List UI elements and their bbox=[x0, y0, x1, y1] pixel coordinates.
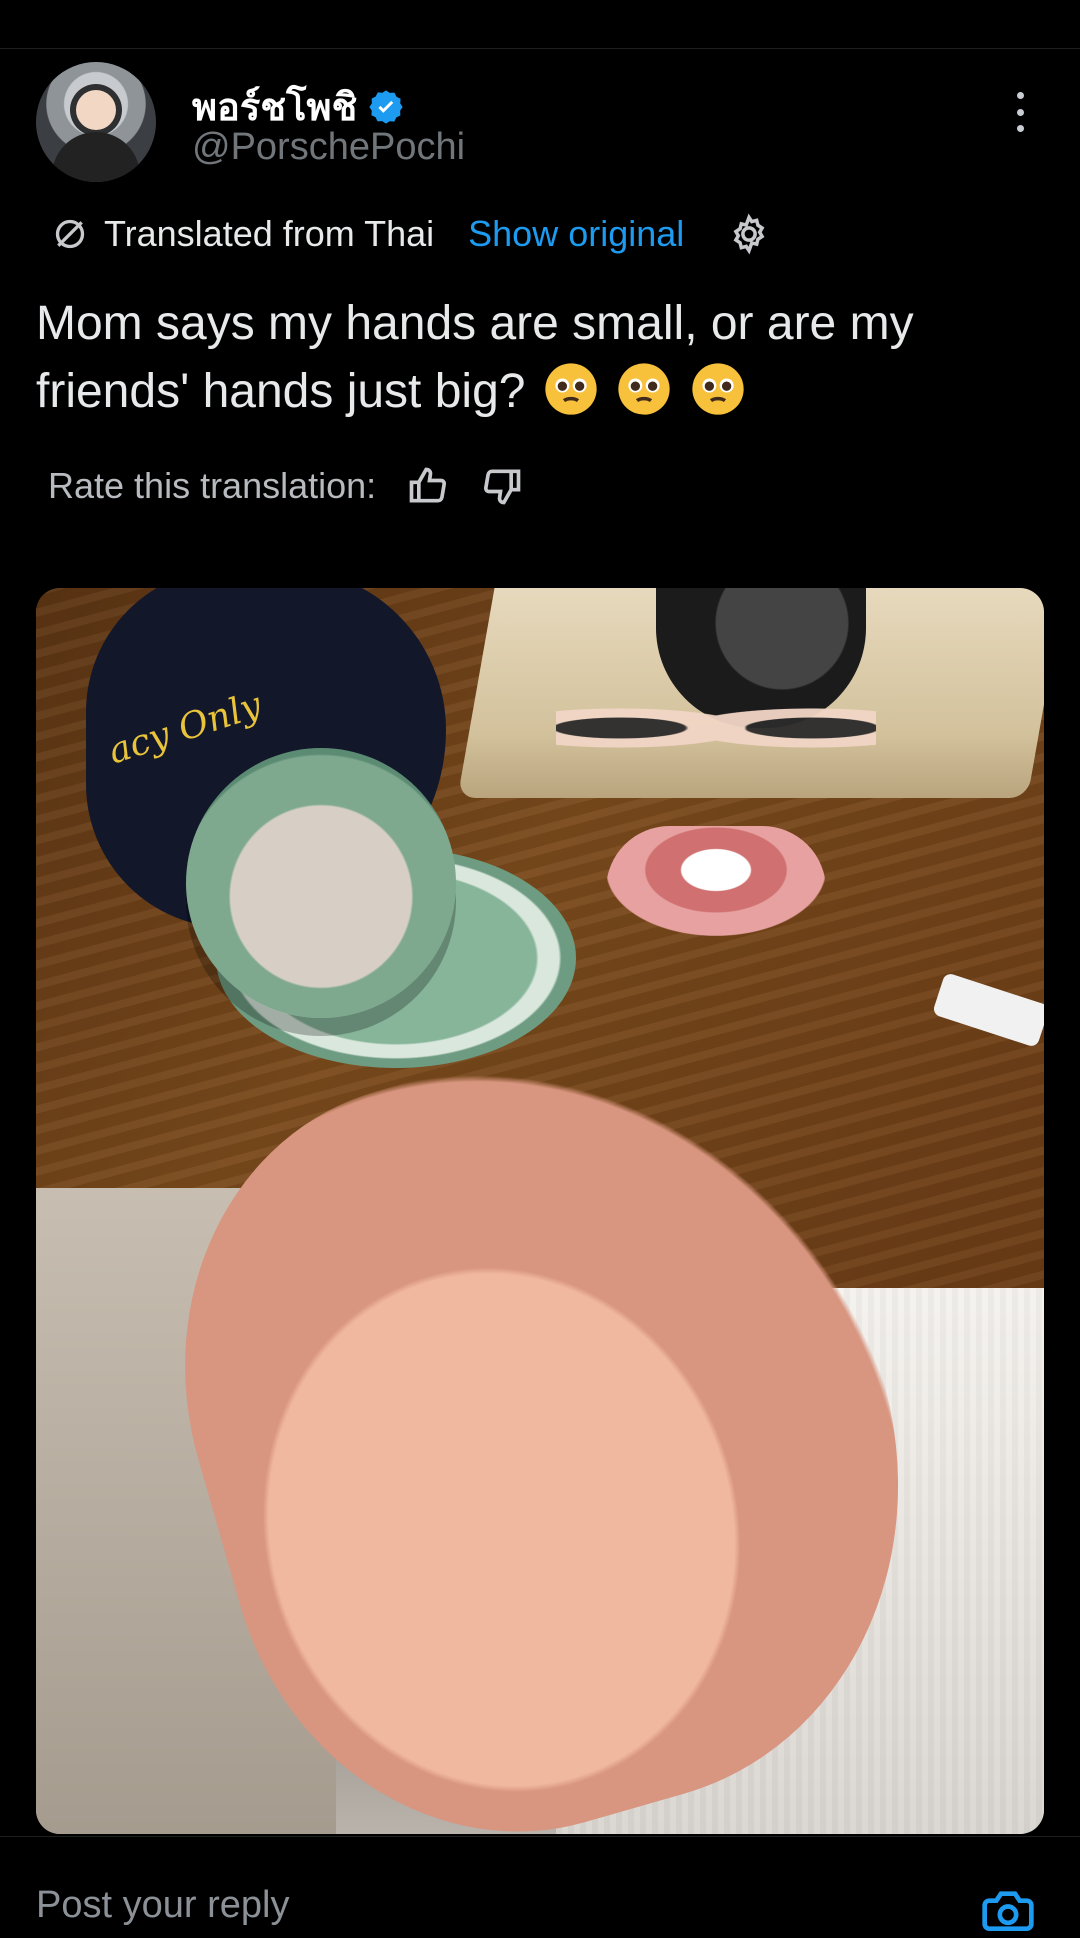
tweet-photo[interactable]: acy Only bbox=[36, 588, 1044, 1834]
pleading-face-emoji-icon bbox=[545, 363, 597, 415]
rate-translation-row: Rate this translation: bbox=[48, 458, 524, 514]
thumb-down-icon[interactable] bbox=[480, 464, 524, 508]
more-vertical-icon[interactable] bbox=[1010, 92, 1030, 132]
top-divider bbox=[0, 48, 1080, 49]
pleading-face-emoji-icon bbox=[618, 363, 670, 415]
verified-badge-icon bbox=[369, 89, 403, 124]
show-original-link[interactable]: Show original bbox=[468, 213, 684, 255]
dot bbox=[1016, 92, 1024, 99]
thumb-up-icon[interactable] bbox=[406, 464, 450, 508]
camera-icon[interactable] bbox=[980, 1882, 1036, 1938]
rate-translation-label: Rate this translation: bbox=[48, 465, 377, 506]
photo-eyes-sticker bbox=[556, 688, 876, 768]
pleading-face-emoji-icon bbox=[691, 363, 744, 415]
dot bbox=[1016, 125, 1024, 132]
reply-input[interactable]: Post your reply bbox=[36, 1884, 289, 1927]
photo-cup bbox=[186, 748, 456, 1018]
reply-divider bbox=[0, 1836, 1080, 1837]
author-handle[interactable]: @PorschePochi bbox=[192, 126, 465, 169]
photo-mouth-sticker bbox=[606, 826, 826, 936]
tweet-text: Mom says my hands are small, or are my f… bbox=[36, 290, 1046, 426]
translation-row: Translated from Thai Show original bbox=[50, 210, 770, 258]
dot bbox=[1016, 108, 1024, 116]
translated-label: Translated from Thai bbox=[104, 213, 435, 254]
tweet-text-content: Mom says my hands are small, or are my f… bbox=[36, 297, 914, 418]
settings-gear-icon[interactable] bbox=[728, 213, 770, 255]
author-avatar[interactable] bbox=[36, 62, 156, 182]
translate-icon bbox=[55, 219, 85, 249]
